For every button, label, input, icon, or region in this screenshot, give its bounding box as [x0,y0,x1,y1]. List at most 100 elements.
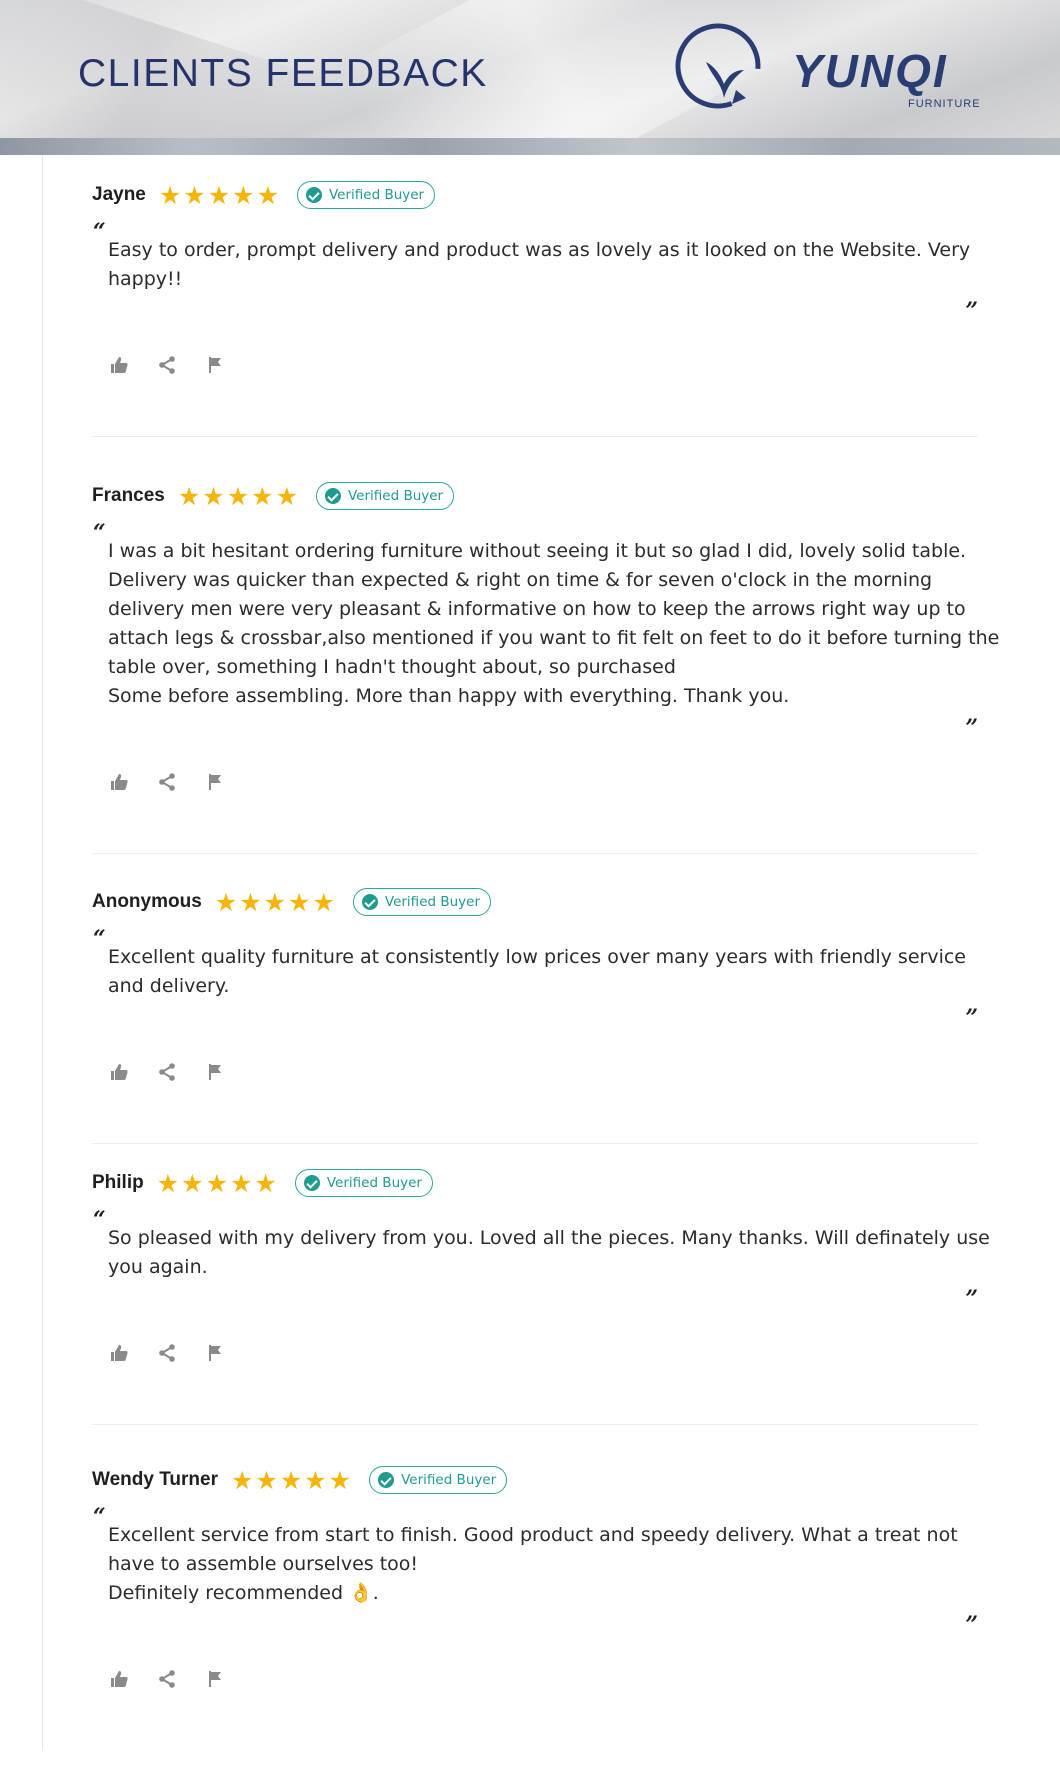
reviewer-name: Wendy Turner [92,1469,218,1490]
brand-subtitle: FURNITURE [908,98,981,110]
left-rule [42,155,43,1751]
thumbs-up-icon[interactable] [108,771,130,793]
close-quote-icon: ” [965,715,978,741]
brand-name: YUNQI [792,45,948,97]
badge-label: Verified Buyer [384,894,481,910]
page-title: CLIENTS FEEDBACK [78,52,488,95]
thumbs-up-icon[interactable] [108,1061,130,1083]
thumbs-up-icon[interactable] [108,1342,130,1364]
review-header: Philip ★ ★ ★ ★ ★ Verified Buyer [92,1166,433,1200]
flag-icon[interactable] [204,1668,226,1690]
badge-label: Verified Buyer [328,187,425,203]
verified-buyer-badge: Verified Buyer [352,888,492,916]
flag-icon[interactable] [204,771,226,793]
review-text-line: So pleased with my delivery from you. Lo… [108,1227,990,1249]
review-text: I was a bit hesitant ordering furniture … [108,537,1000,711]
close-quote-icon: ” [965,1612,978,1638]
close-quote-icon: ” [965,1286,978,1312]
review-actions [108,1668,252,1690]
star-icon: ★ [256,180,279,210]
review-divider [92,1424,978,1425]
star-icon: ★ [183,180,206,210]
open-quote-icon: “ [93,1207,106,1233]
star-icon: ★ [158,180,182,210]
star-icon: ★ [207,180,231,210]
review-header: Frances ★ ★ ★ ★ ★ Verified Buyer [92,479,455,513]
review-text-line: Delivery was quicker than expected & rig… [108,569,933,591]
star-rating: ★ ★ ★ ★ ★ [159,183,281,208]
review-text-line: Some before assembling. More than happy … [108,685,790,707]
review-text: So pleased with my delivery from you. Lo… [108,1224,990,1282]
star-rating: ★ ★ ★ ★ ★ [215,890,337,915]
star-icon: ★ [251,481,274,511]
star-icon: ★ [177,481,201,511]
header-banner: CLIENTS FEEDBACK YUNQI FURNITURE [0,0,1060,155]
share-icon[interactable] [156,1061,178,1083]
reviewer-name: Frances [92,485,165,506]
flag-icon[interactable] [204,1061,226,1083]
review-header: Wendy Turner ★ ★ ★ ★ ★ Verified Buyer [92,1463,508,1497]
review-divider [92,1143,978,1144]
star-icon: ★ [263,887,287,917]
verified-buyer-badge: Verified Buyer [296,181,436,209]
star-rating: ★ ★ ★ ★ ★ [157,1171,279,1196]
star-icon: ★ [230,1168,253,1198]
review-text-line: Definitely recommended 👌. [108,1582,379,1604]
check-circle-icon [324,488,341,504]
flag-icon[interactable] [204,1342,226,1364]
open-quote-icon: “ [93,1504,106,1530]
share-icon[interactable] [156,1342,178,1364]
star-icon: ★ [226,481,250,511]
star-rating: ★ ★ ★ ★ ★ [231,1468,353,1493]
review-text: Easy to order, prompt delivery and produ… [108,236,971,294]
review-header: Anonymous ★ ★ ★ ★ ★ Verified Buyer [92,885,492,919]
review-text-line: happy!! [108,268,183,290]
verified-buyer-badge: Verified Buyer [315,482,455,510]
review-text: Excellent service from start to finish. … [108,1521,968,1608]
reviewer-name: Jayne [92,184,146,205]
flag-icon[interactable] [204,354,226,376]
share-icon[interactable] [156,1668,178,1690]
review-text-line: Excellent quality furniture at consisten… [108,946,966,968]
review-header: Jayne ★ ★ ★ ★ ★ Verified Buyer [92,178,436,212]
review-text-line: I was a bit hesitant ordering furniture … [108,540,967,562]
verified-buyer-badge: Verified Buyer [294,1169,433,1197]
share-icon[interactable] [156,354,178,376]
reviewer-name: Philip [92,1172,144,1193]
close-quote-icon: ” [965,298,978,324]
review-text-line: attach legs & crossbar,also mentioned if… [108,627,1000,649]
star-icon: ★ [232,180,255,210]
star-icon: ★ [239,887,262,917]
star-icon: ★ [255,1465,278,1495]
badge-label: Verified Buyer [401,1472,497,1488]
thumbs-up-icon[interactable] [108,1668,130,1690]
review-text-line: you again. [108,1256,208,1278]
review-actions [108,1342,252,1364]
badge-label: Verified Buyer [347,488,444,504]
share-icon[interactable] [156,771,178,793]
review-text-line: delivery men were very pleasant & inform… [108,598,966,620]
review-text-line: have to assemble ourselves too! [108,1553,419,1575]
star-icon: ★ [205,1168,228,1198]
review-text-line: Easy to order, prompt delivery and produ… [108,239,971,261]
star-rating: ★ ★ ★ ★ ★ [178,484,300,509]
review-actions [108,1061,252,1083]
review-divider [92,853,978,854]
review-text: Excellent quality furniture at consisten… [108,943,968,1001]
open-quote-icon: “ [93,219,106,245]
review-actions [108,354,252,376]
star-icon: ★ [156,1168,180,1198]
review-text-line: Excellent service from start to finish. … [108,1524,958,1546]
star-icon: ★ [181,1168,204,1198]
review-text-line: and delivery. [108,975,230,997]
review-divider [92,436,978,437]
star-icon: ★ [275,481,298,511]
badge-label: Verified Buyer [326,1175,422,1191]
thumbs-up-icon[interactable] [108,354,130,376]
star-icon: ★ [328,1465,352,1495]
verified-buyer-badge: Verified Buyer [369,1466,508,1494]
check-circle-icon [361,894,378,910]
open-quote-icon: “ [93,520,106,546]
star-icon: ★ [279,1465,303,1495]
star-icon: ★ [254,1168,277,1198]
